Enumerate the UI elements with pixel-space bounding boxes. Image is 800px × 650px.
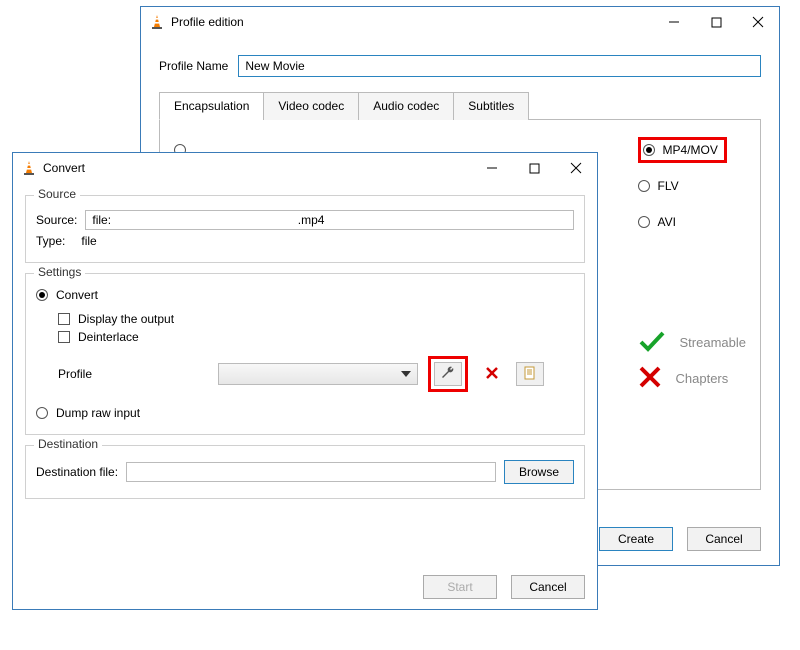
create-button[interactable]: Create [599,527,673,551]
feature-chapters: Chapters [638,365,746,392]
group-settings-title: Settings [34,265,85,279]
radio-mp4mov-label: MP4/MOV [663,143,718,157]
convert-window: Convert Source Source: Type: file Settin… [12,152,598,610]
checkbox-deinterlace-label: Deinterlace [78,330,139,344]
window-controls [471,153,597,183]
radio-convert-label: Convert [56,288,98,302]
destination-input[interactable] [126,462,496,482]
radio-convert[interactable] [36,289,48,301]
checkbox-display-output-label: Display the output [78,312,174,326]
source-input[interactable] [85,210,574,230]
feature-chapters-label: Chapters [676,371,729,386]
check-icon [638,330,666,355]
type-label: Type: [36,234,65,248]
wrench-icon [440,365,456,384]
profile-label: Profile [58,367,208,381]
feature-streamable: Streamable [638,330,746,355]
vlc-cone-icon [21,160,37,176]
cross-icon [638,365,662,392]
profile-dropdown[interactable] [218,363,418,385]
maximize-button[interactable] [695,7,737,37]
radio-avi-label: AVI [658,215,676,229]
tab-subtitles[interactable]: Subtitles [453,92,529,120]
titlebar: Profile edition [141,7,779,37]
window-controls [653,7,779,37]
profile-name-label: Profile Name [159,59,228,73]
radio-flv-label: FLV [658,179,679,193]
radio-dump-raw[interactable] [36,407,48,419]
edit-profile-button[interactable] [434,362,462,386]
type-value: file [81,234,96,248]
new-profile-button[interactable] [516,362,544,386]
radio-mp4mov[interactable] [643,144,655,156]
document-icon [523,366,537,383]
tab-audio-codec[interactable]: Audio codec [358,92,454,120]
window-title: Profile edition [171,15,653,29]
titlebar: Convert [13,153,597,183]
group-destination-title: Destination [34,437,102,451]
group-source: Source Source: Type: file [25,195,585,263]
vlc-cone-icon [149,14,165,30]
browse-button[interactable]: Browse [504,460,574,484]
radio-flv[interactable] [638,180,650,192]
x-icon [485,366,499,383]
checkbox-display-output[interactable] [58,313,70,325]
radio-dump-raw-label: Dump raw input [56,406,140,420]
cancel-button-profile[interactable]: Cancel [687,527,761,551]
chevron-down-icon [401,371,411,377]
feature-streamable-label: Streamable [680,335,746,350]
tab-bar: Encapsulation Video codec Audio codec Su… [159,91,761,120]
destination-label: Destination file: [36,465,118,479]
delete-profile-button[interactable] [478,362,506,386]
highlight-edit-profile [428,356,468,392]
tab-encapsulation[interactable]: Encapsulation [159,92,264,120]
source-label: Source: [36,213,77,227]
cancel-button-convert[interactable]: Cancel [511,575,585,599]
minimize-button[interactable] [653,7,695,37]
profile-name-input[interactable] [238,55,761,77]
group-destination: Destination Destination file: Browse [25,445,585,499]
tab-video-codec[interactable]: Video codec [263,92,359,120]
checkbox-deinterlace[interactable] [58,331,70,343]
window-title: Convert [43,161,471,175]
maximize-button[interactable] [513,153,555,183]
start-button[interactable]: Start [423,575,497,599]
highlight-mp4mov: MP4/MOV [638,137,727,163]
close-button[interactable] [555,153,597,183]
minimize-button[interactable] [471,153,513,183]
group-settings: Settings Convert Display the output Dein… [25,273,585,435]
radio-avi[interactable] [638,216,650,228]
group-source-title: Source [34,187,80,201]
close-button[interactable] [737,7,779,37]
